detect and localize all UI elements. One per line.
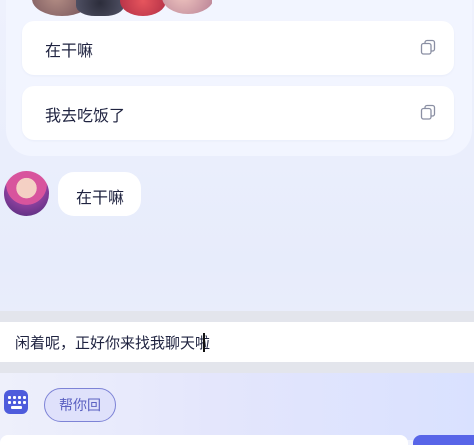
- character-avatar[interactable]: [4, 171, 49, 216]
- send-button[interactable]: [413, 435, 474, 445]
- help-reply-button[interactable]: 帮你回: [44, 388, 116, 422]
- message-input[interactable]: [0, 322, 474, 362]
- copy-icon[interactable]: [420, 39, 436, 55]
- suggestion-card[interactable]: 在干嘛: [22, 21, 454, 75]
- chat-bubble: 在干嘛: [58, 172, 141, 216]
- secondary-input[interactable]: [0, 435, 408, 445]
- suggestion-text: 我去吃饭了: [45, 106, 126, 125]
- copy-icon[interactable]: [420, 104, 436, 120]
- suggestion-text: 在干嘛: [45, 41, 94, 60]
- keyboard-icon[interactable]: [4, 390, 28, 414]
- chat-message-text: 在干嘛: [76, 188, 125, 207]
- text-caret: [203, 333, 205, 352]
- character-illustration: [22, 0, 212, 20]
- suggestion-card[interactable]: 我去吃饭了: [22, 86, 454, 140]
